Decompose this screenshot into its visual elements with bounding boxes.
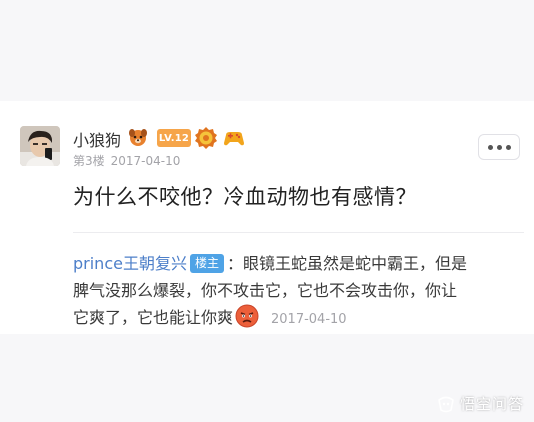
more-dots-icon xyxy=(487,144,493,150)
post-date: 2017-04-10 xyxy=(110,154,181,168)
dog-badge-icon xyxy=(128,128,148,148)
more-options-button[interactable] xyxy=(478,134,520,160)
wukong-logo-icon xyxy=(438,396,454,412)
watermark-text: 悟空问答 xyxy=(459,395,524,413)
more-dots-icon xyxy=(496,144,502,150)
reply-text-2: 脾气没那么爆裂，你不攻击它，它也不会攻击你，你让 xyxy=(73,281,458,300)
gear-medal-icon xyxy=(194,127,218,149)
reply-date: 2017-04-10 xyxy=(271,312,347,327)
gamepad-icon xyxy=(222,128,246,148)
reply-text-3: 它爽了，它也能让你爽 xyxy=(73,308,234,327)
reply-line-3: 它爽了，它也能让你爽 2017-04-10 xyxy=(73,304,524,334)
username[interactable]: 小狼狗 xyxy=(73,127,121,151)
floor-number: 第3楼 xyxy=(73,154,105,168)
more-dots-icon xyxy=(505,144,511,150)
avatar[interactable] xyxy=(20,126,60,166)
reply-text-1: ：眼镜王蛇虽然是蛇中霸王，但是 xyxy=(226,254,467,273)
avatar-photo-icon xyxy=(20,126,60,166)
level-badge: LV.12 xyxy=(157,129,191,147)
reply-comment: prince王朝复兴 楼主 ：眼镜王蛇虽然是蛇中霸王，但是 脾气没那么爆裂，你不攻击… xyxy=(73,250,524,334)
watermark: 悟空问答 xyxy=(436,393,524,414)
reply-line-1: prince王朝复兴 楼主 ：眼镜王蛇虽然是蛇中霸王，但是 xyxy=(73,250,524,277)
divider xyxy=(73,232,524,233)
post-card: 小狼狗 LV.12 第3楼 2017-04-10 为什么不咬他？冷血动物也有感情… xyxy=(0,101,534,334)
post-content: 为什么不咬他？冷血动物也有感情？ xyxy=(73,185,417,209)
reply-author[interactable]: prince王朝复兴 xyxy=(73,254,187,273)
angry-face-emoji xyxy=(235,304,259,334)
post-meta: 第3楼 2017-04-10 xyxy=(73,152,180,169)
op-tag-badge: 楼主 xyxy=(189,254,224,273)
